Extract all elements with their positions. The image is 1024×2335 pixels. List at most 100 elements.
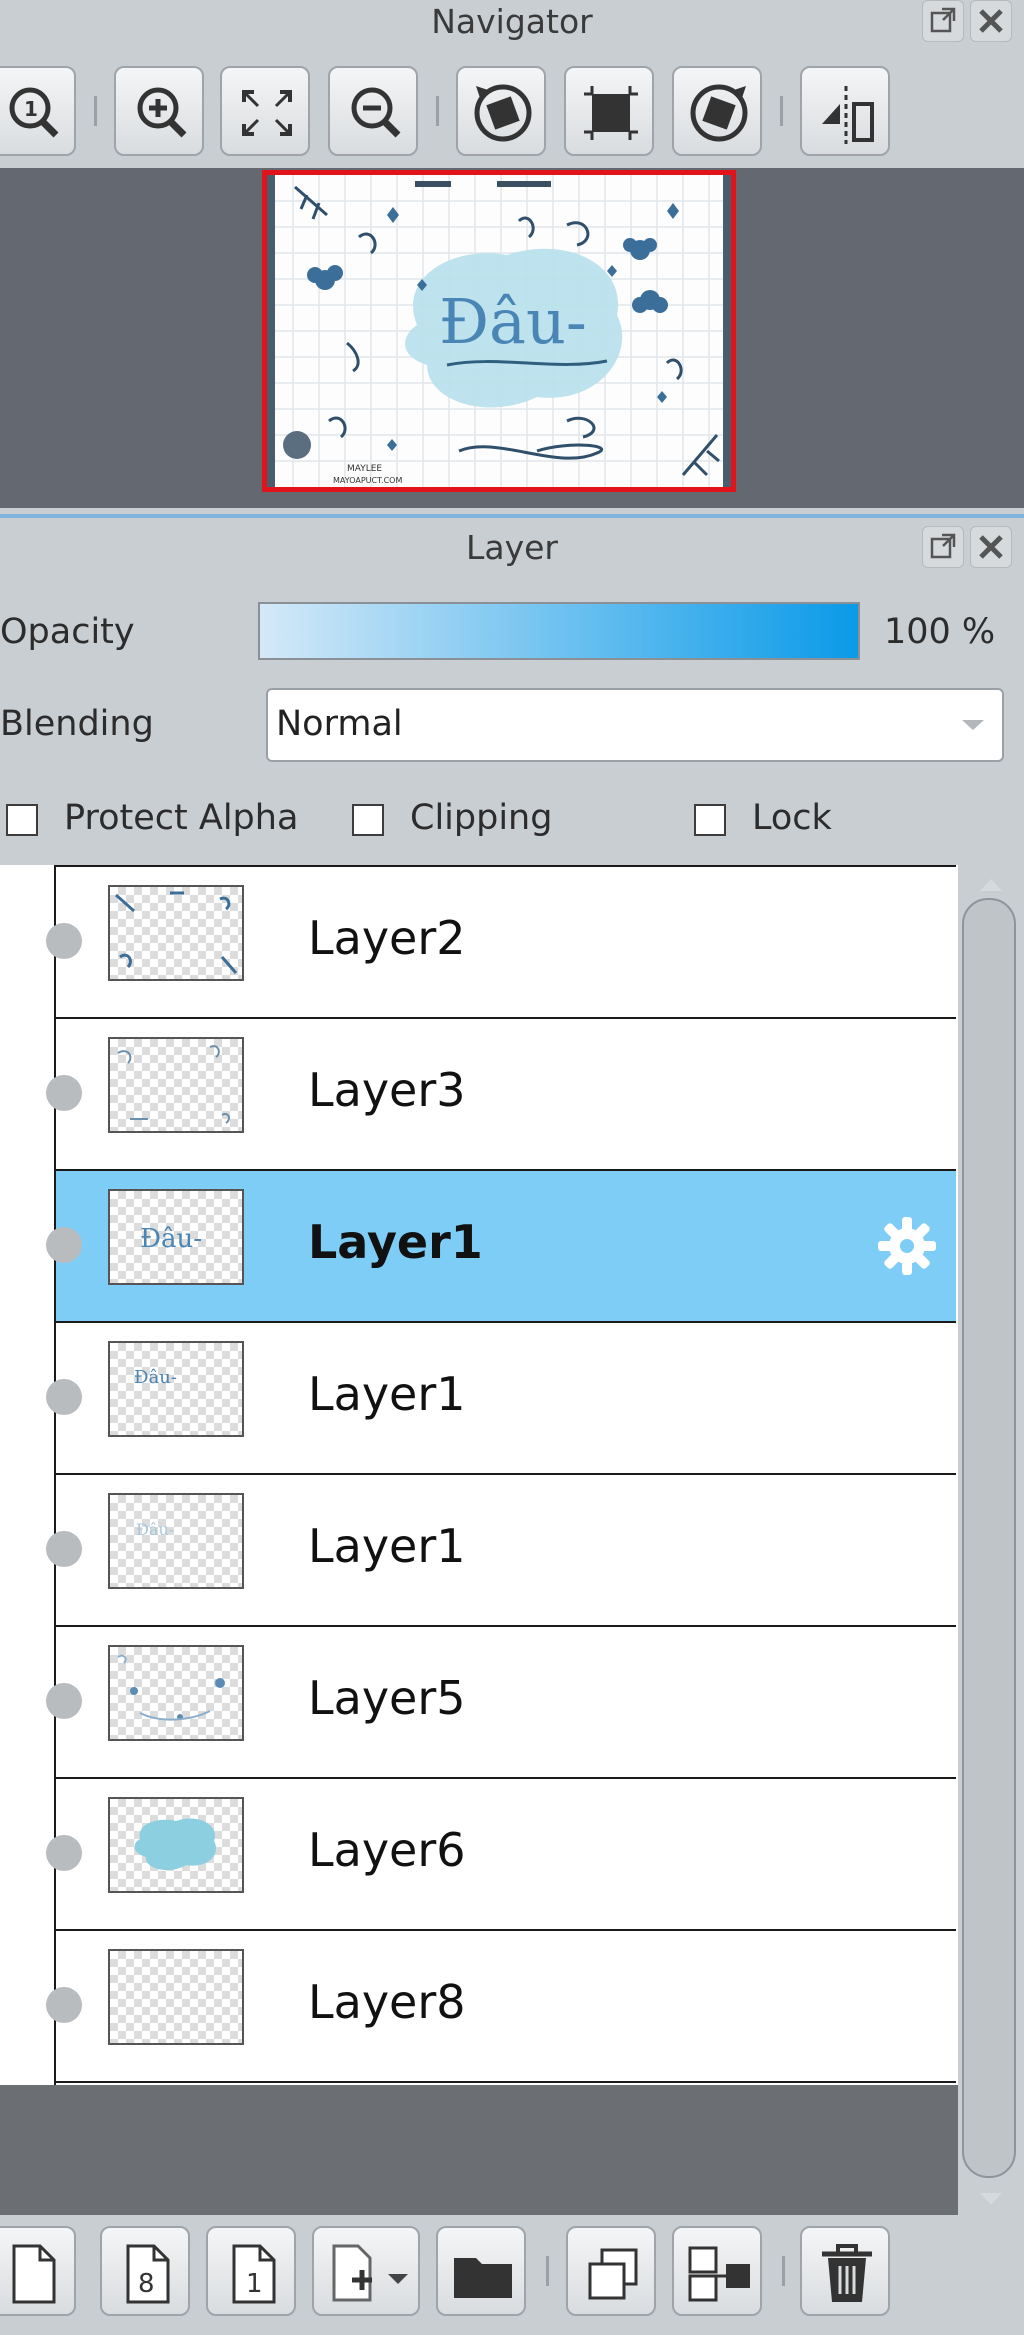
layer-content-preview: Đâu- — [140, 1224, 202, 1254]
layer-name: Layer1 — [308, 1215, 483, 1269]
flip-horizontal-button[interactable] — [800, 66, 890, 156]
layer-name: Layer8 — [308, 1975, 466, 2029]
zoom-in-icon — [137, 87, 187, 138]
layer-thumbnail: Đâu- — [108, 1341, 244, 1437]
layer-row-layer1-c[interactable]: Đâu- Layer1 — [46, 1473, 956, 1625]
layer-row-layer8[interactable]: Layer8 — [46, 1929, 956, 2083]
new-layer-1bit-icon: 1 — [232, 2244, 276, 2304]
duplicate-layer-button[interactable] — [566, 2226, 656, 2316]
layer-content-preview: Đâu- — [134, 1367, 177, 1388]
new-layer-8bit-button[interactable]: 8 — [100, 2226, 190, 2316]
merge-down-icon — [688, 2246, 750, 2302]
gear-icon[interactable] — [872, 1211, 942, 1281]
thumbnail-credit-1: MAYLEE — [347, 464, 382, 474]
close-layer-button[interactable] — [970, 526, 1012, 568]
new-layer-1bit-button[interactable]: 1 — [206, 2226, 296, 2316]
close-icon — [979, 9, 1003, 33]
layer-thumbnail — [108, 1645, 244, 1741]
add-layer-menu-button[interactable] — [312, 2226, 420, 2316]
delete-layer-icon — [822, 2244, 872, 2302]
visibility-toggle[interactable] — [46, 1227, 82, 1263]
zoom-actual-button[interactable]: 1 — [0, 66, 76, 156]
blending-value: Normal — [276, 704, 403, 744]
protect-alpha-label: Protect Alpha — [64, 798, 299, 838]
fit-screen-icon — [242, 90, 292, 136]
lock-checkbox[interactable] — [694, 804, 726, 836]
layer-row-layer5[interactable]: Layer5 — [46, 1625, 956, 1777]
rotate-right-button[interactable] — [672, 66, 762, 156]
layer-thumbnail — [108, 885, 244, 981]
new-layer-8bit-icon: 8 — [126, 2244, 170, 2304]
navigator-title: Navigator — [431, 2, 593, 41]
layer-row-layer1-b[interactable]: Đâu- Layer1 — [46, 1321, 956, 1473]
visibility-toggle[interactable] — [46, 1987, 82, 2023]
close-navigator-button[interactable] — [970, 0, 1012, 42]
layer-preview-text: Đâu- — [136, 1520, 174, 1539]
reset-view-button[interactable] — [564, 66, 654, 156]
merge-down-button[interactable] — [672, 2226, 762, 2316]
zoom-out-icon — [351, 87, 401, 138]
canvas-thumbnail[interactable]: Đâu- MAYLEE MAYOAPUCT.COM — [262, 170, 736, 492]
protect-alpha-checkbox[interactable] — [6, 804, 38, 836]
lock-label: Lock — [752, 798, 832, 838]
visibility-toggle[interactable] — [46, 1531, 82, 1567]
visibility-toggle[interactable] — [46, 1835, 82, 1871]
layer-name: Layer1 — [308, 1519, 466, 1573]
layer-thumbnail: Đâu- — [108, 1189, 244, 1285]
scroll-up-arrow-icon[interactable] — [958, 869, 1024, 899]
flip-horizontal-icon — [822, 86, 874, 144]
svg-text:1: 1 — [24, 97, 38, 121]
scrollbar-thumb[interactable] — [962, 898, 1016, 2178]
undock-icon — [930, 533, 956, 559]
layer-name: Layer6 — [308, 1823, 466, 1877]
layer-row-layer2[interactable]: Layer2 — [46, 865, 956, 1017]
layer-preview-text: Đâu- — [140, 1224, 202, 1254]
zoom-in-button[interactable] — [114, 66, 204, 156]
delete-layer-button[interactable] — [800, 2226, 890, 2316]
layer-row-layer1-selected[interactable]: Đâu- Layer1 — [46, 1169, 956, 1321]
layer-list[interactable]: Layer2 Layer3 Đâu- Layer1 Đâu- Layer1 Đâ… — [0, 865, 958, 2085]
layer-content-preview — [115, 891, 238, 974]
rotate-left-button[interactable] — [456, 66, 546, 156]
clipping-label: Clipping — [410, 798, 553, 838]
layer-content-preview: Đâu- — [136, 1520, 174, 1539]
add-layer-menu-icon — [332, 2244, 408, 2302]
layer-content-preview — [134, 1818, 217, 1871]
svg-text:1: 1 — [246, 2269, 263, 2299]
fit-screen-button[interactable] — [220, 66, 310, 156]
visibility-toggle[interactable] — [46, 1379, 82, 1415]
layer-preview-text: Đâu- — [134, 1367, 177, 1388]
undock-layer-button[interactable] — [922, 526, 964, 568]
visibility-toggle[interactable] — [46, 923, 82, 959]
opacity-label: Opacity — [0, 612, 135, 652]
scroll-down-arrow-icon[interactable] — [958, 2185, 1024, 2215]
new-folder-button[interactable] — [436, 2226, 526, 2316]
svg-text:8: 8 — [138, 2269, 155, 2299]
layer-name: Layer1 — [308, 1367, 466, 1421]
new-layer-icon — [12, 2244, 56, 2304]
layer-name: Layer5 — [308, 1671, 466, 1725]
opacity-slider[interactable] — [258, 602, 860, 660]
blending-select[interactable]: Normal — [266, 688, 1004, 762]
layer-name: Layer2 — [308, 911, 466, 965]
chevron-down-icon — [962, 720, 984, 730]
visibility-toggle[interactable] — [46, 1683, 82, 1719]
layer-list-empty-area — [0, 2085, 958, 2215]
new-layer-button[interactable] — [0, 2226, 76, 2316]
layer-name: Layer3 — [308, 1063, 466, 1117]
layer-thumbnail — [108, 1037, 244, 1133]
reset-view-icon — [584, 86, 638, 140]
zoom-actual-icon: 1 — [9, 87, 59, 138]
clipping-checkbox[interactable] — [352, 804, 384, 836]
layer-panel-title: Layer — [465, 528, 558, 567]
layer-thumbnail: Đâu- — [108, 1493, 244, 1589]
zoom-out-button[interactable] — [328, 66, 418, 156]
layer-row-layer3[interactable]: Layer3 — [46, 1017, 956, 1169]
layer-content-preview — [117, 1045, 230, 1124]
close-icon — [979, 535, 1003, 559]
visibility-toggle[interactable] — [46, 1075, 82, 1111]
undock-icon — [930, 7, 956, 33]
duplicate-layer-icon — [588, 2248, 638, 2300]
layer-row-layer6[interactable]: Layer6 — [46, 1777, 956, 1929]
undock-button[interactable] — [922, 0, 964, 42]
